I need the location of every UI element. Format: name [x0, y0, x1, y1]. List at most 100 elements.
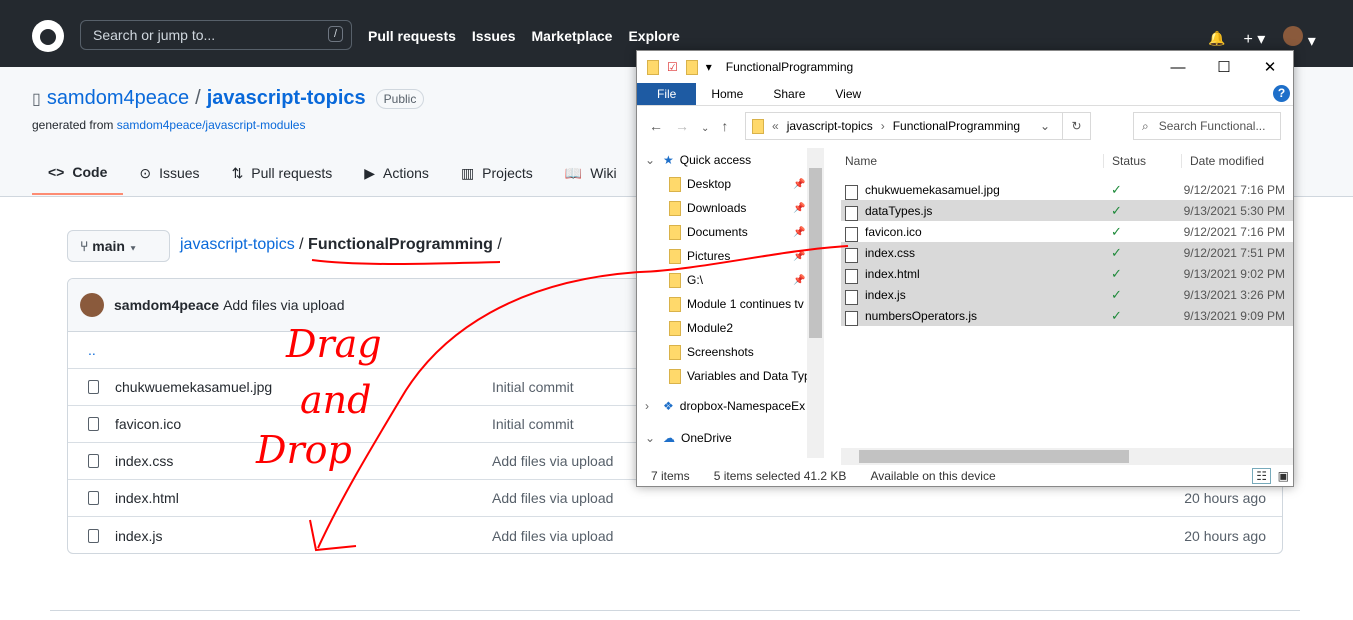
explorer-file-row[interactable]: favicon.ico ✓ 9/12/2021 7:16 PM — [841, 221, 1293, 242]
top-nav: Pull requests Issues Marketplace Explore — [368, 28, 680, 44]
avatar — [80, 293, 104, 317]
nav-marketplace[interactable]: Marketplace — [532, 28, 613, 44]
pin-icon[interactable]: 📌 — [793, 251, 805, 262]
up-icon[interactable]: ↑ — [721, 118, 740, 134]
nav-item[interactable]: G:\ 📌 — [637, 268, 825, 292]
item-count: 7 items — [651, 469, 690, 483]
branch-selector[interactable]: ⑂ main ▾ — [67, 230, 170, 262]
quick-access-toolbar-caret[interactable]: ▾ — [706, 60, 712, 74]
create-new-button[interactable]: + ▾ — [1243, 29, 1265, 49]
breadcrumb-root[interactable]: javascript-topics — [180, 236, 295, 253]
maximize-button[interactable]: ☐ — [1201, 51, 1247, 83]
folder-icon — [669, 200, 681, 216]
pin-icon[interactable]: 📌 — [793, 179, 805, 190]
sync-status-icon: ✓ — [1111, 181, 1122, 197]
ribbon-home[interactable]: Home — [696, 83, 758, 105]
minimize-button[interactable]: — — [1155, 51, 1201, 83]
details-view-button[interactable]: ☷ — [1252, 468, 1271, 484]
explorer-file-row[interactable]: chukwuemekasamuel.jpg ✓ 9/12/2021 7:16 PM — [841, 179, 1293, 200]
window-title: FunctionalProgramming — [725, 60, 854, 74]
explorer-file-row[interactable]: index.css ✓ 9/12/2021 7:51 PM — [841, 242, 1293, 263]
nav-item[interactable]: Desktop 📌 — [637, 172, 825, 196]
address-current[interactable]: FunctionalProgramming — [893, 119, 1020, 133]
nav-item[interactable]: ⌄ ★ Quick access — [637, 148, 825, 172]
file-row[interactable]: index.js Add files via upload 20 hours ago — [68, 517, 1282, 553]
address-bar[interactable]: « javascript-topics › FunctionalProgramm… — [745, 112, 1091, 140]
horizontal-scrollbar[interactable] — [841, 448, 1293, 465]
expand-chevron-icon[interactable]: › — [645, 399, 657, 413]
nav-item[interactable]: Pictures 📌 — [637, 244, 825, 268]
pin-icon[interactable]: 📌 — [793, 275, 805, 286]
folder-icon — [669, 344, 681, 360]
file-explorer-window: ☑ ▾ FunctionalProgramming — ☐ ✕ File Home … — [636, 50, 1294, 487]
explorer-file-row[interactable]: dataTypes.js ✓ 9/13/2021 5:30 PM — [841, 200, 1293, 221]
properties-icon[interactable]: ☑ — [667, 60, 678, 74]
template-repo-link[interactable]: samdom4peace/javascript-modules — [117, 118, 306, 132]
refresh-icon[interactable]: ↻ — [1062, 113, 1090, 139]
tab-wiki[interactable]: 📖 Wiki — [549, 157, 633, 195]
generated-from: generated from samdom4peace/javascript-m… — [32, 118, 306, 132]
file-name[interactable]: index.js — [115, 528, 492, 544]
nav-issues[interactable]: Issues — [472, 28, 516, 44]
file-commit-message[interactable]: Add files via upload — [492, 528, 1092, 544]
nav-item[interactable]: ⌄ ☁ OneDrive — [637, 426, 825, 450]
tab-issues[interactable]: ⊙ Issues — [123, 157, 215, 195]
column-date[interactable]: Date modified — [1181, 153, 1293, 168]
new-folder-icon[interactable] — [685, 59, 698, 75]
tab-pull-requests[interactable]: ⇅ Pull requests — [216, 157, 349, 195]
ribbon-view[interactable]: View — [820, 83, 876, 105]
nav-explore[interactable]: Explore — [628, 28, 679, 44]
close-button[interactable]: ✕ — [1247, 51, 1293, 83]
forward-icon[interactable]: → — [675, 118, 701, 134]
github-logo-icon[interactable] — [32, 20, 64, 52]
ribbon-file[interactable]: File — [637, 83, 697, 105]
explorer-file-row[interactable]: index.html ✓ 9/13/2021 9:02 PM — [841, 263, 1293, 284]
file-list: Name Status Date modified chukwuemekasam… — [841, 148, 1293, 326]
play-icon: ▶ — [364, 164, 376, 181]
pin-icon[interactable]: 📌 — [793, 227, 805, 238]
commit-message[interactable]: Add files via upload — [223, 297, 344, 313]
file-icon — [845, 205, 858, 221]
repo-owner-link[interactable]: samdom4peace — [47, 87, 189, 110]
navigation-pane: ⌄ ★ Quick access Desktop 📌 Downloads 📌 Document… — [637, 148, 825, 458]
nav-pull-requests[interactable]: Pull requests — [368, 28, 456, 44]
header-actions: 🔔 + ▾ ▾ — [1208, 26, 1316, 51]
tab-projects[interactable]: ▥ Projects — [445, 157, 549, 195]
nav-item[interactable]: Documents 📌 — [637, 220, 825, 244]
file-name[interactable]: index.html — [115, 490, 492, 506]
nav-item[interactable]: Module2 — [637, 316, 825, 340]
tab-code[interactable]: <> Code — [32, 157, 124, 195]
column-name[interactable]: Name — [841, 154, 1103, 168]
column-status[interactable]: Status — [1103, 153, 1181, 168]
pin-icon[interactable]: 📌 — [793, 203, 805, 214]
nav-item[interactable]: Screenshots — [637, 340, 825, 364]
parent-dir-link[interactable]: .. — [88, 342, 96, 358]
expand-chevron-icon[interactable]: ⌄ — [645, 431, 657, 445]
user-menu[interactable]: ▾ — [1283, 26, 1316, 51]
book-icon: 📖 — [564, 164, 583, 181]
explorer-search-input[interactable]: ⌕ Search Functional... — [1133, 112, 1281, 140]
large-icons-view-button[interactable]: ▣ — [1278, 469, 1289, 483]
search-input[interactable]: Search or jump to... / — [80, 20, 352, 50]
ribbon-share[interactable]: Share — [758, 83, 820, 105]
nav-item[interactable]: Variables and Data Typ — [637, 364, 825, 388]
explorer-file-row[interactable]: numbersOperators.js ✓ 9/13/2021 9:09 PM — [841, 305, 1293, 326]
nav-item[interactable]: › ❖ dropbox-NamespaceEx — [637, 394, 825, 418]
bell-icon[interactable]: 🔔 — [1208, 30, 1225, 47]
tab-actions[interactable]: ▶ Actions — [348, 157, 445, 195]
recent-chevron-icon[interactable]: ⌄ — [701, 123, 721, 134]
address-dropdown-icon[interactable]: ⌄ — [1040, 119, 1050, 133]
help-icon[interactable]: ? — [1273, 85, 1290, 102]
commit-author[interactable]: samdom4peace — [114, 297, 219, 313]
sync-status-icon: ✓ — [1111, 244, 1122, 260]
nav-item[interactable]: Downloads 📌 — [637, 196, 825, 220]
issues-icon: ⊙ — [139, 164, 152, 181]
address-parent[interactable]: javascript-topics — [787, 119, 873, 133]
file-commit-message[interactable]: Add files via upload — [492, 490, 1092, 506]
expand-chevron-icon[interactable]: ⌄ — [645, 153, 657, 167]
back-icon[interactable]: ← — [649, 118, 675, 134]
explorer-file-row[interactable]: index.js ✓ 9/13/2021 3:26 PM — [841, 284, 1293, 305]
nav-scrollbar[interactable] — [807, 148, 824, 458]
repo-name-link[interactable]: javascript-topics — [207, 87, 366, 110]
nav-item[interactable]: Module 1 continues tv — [637, 292, 825, 316]
